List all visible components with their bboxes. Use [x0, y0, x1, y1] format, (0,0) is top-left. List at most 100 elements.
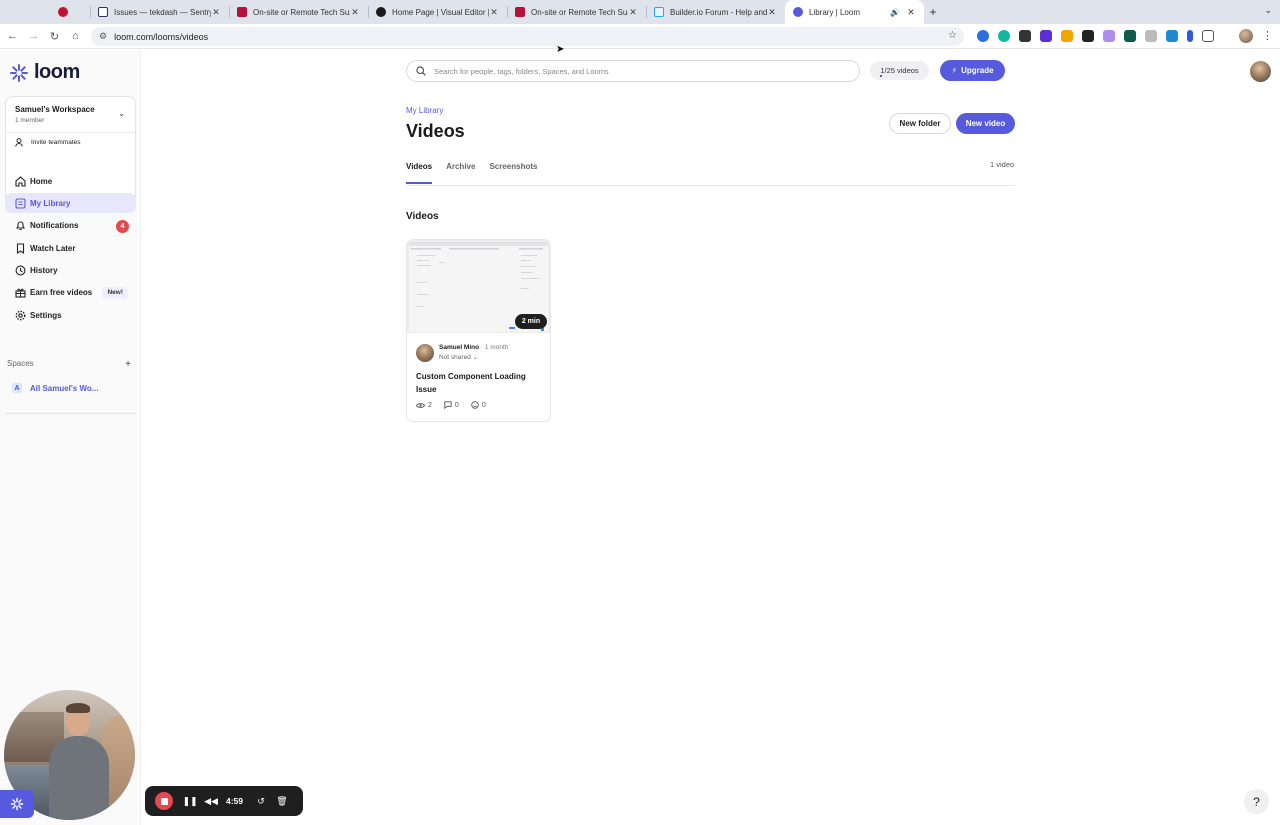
extension-icon[interactable]	[1187, 30, 1193, 42]
extension-icon[interactable]	[998, 30, 1010, 42]
extension-icon[interactable]	[1040, 30, 1052, 42]
tab-search-chevron-icon[interactable]: ⌄	[1264, 5, 1272, 16]
browser-tab[interactable]: On-site or Remote Tech Supp ✕	[229, 0, 368, 24]
video-quota-pill[interactable]: 1/25 videos	[870, 61, 929, 80]
loom-logo[interactable]: loom	[9, 61, 80, 84]
comments-count: 0	[454, 401, 459, 409]
video-age: · 1 month	[480, 344, 509, 351]
tab-title: Home Page | Visual Editor | B	[392, 7, 489, 17]
reactions-count: 0	[481, 401, 486, 409]
extension-icon[interactable]	[1124, 30, 1136, 42]
avatar[interactable]	[1250, 61, 1271, 82]
comments-stat: 0	[444, 401, 459, 409]
clock-icon	[14, 265, 26, 277]
sidebar-item-all-spaces[interactable]: A All Samuel's Wo...	[12, 383, 98, 393]
browser-tab[interactable]: On-site or Remote Tech Supp ✕	[507, 0, 646, 24]
sidebar-item-my-library[interactable]: My Library	[5, 193, 136, 214]
add-space-icon[interactable]: +	[125, 359, 131, 370]
loom-favicon-icon	[793, 7, 803, 17]
close-tab-icon[interactable]: ✕	[211, 7, 221, 18]
browser-tab[interactable]: Builder.io Forum - Help and ✕	[646, 0, 785, 24]
chevron-down-icon[interactable]: ⌄	[118, 109, 125, 118]
tab-screenshots[interactable]: Screenshots	[489, 162, 537, 184]
video-thumbnail[interactable]: 2 min	[407, 240, 550, 333]
site-settings-icon[interactable]: ⚙	[99, 31, 107, 42]
brand-name: loom	[34, 61, 80, 83]
loom-recorder-button[interactable]	[0, 790, 34, 818]
close-tab-icon[interactable]: ✕	[628, 7, 638, 18]
trash-icon[interactable]: 🗑	[274, 796, 290, 807]
extension-icon[interactable]	[1082, 30, 1094, 42]
sidebar-item-watch-later[interactable]: Watch Later	[5, 238, 136, 258]
puzzle-extensions-icon[interactable]	[1202, 30, 1214, 42]
extension-icon[interactable]	[1061, 30, 1073, 42]
sidebar-item-label: Earn free videos	[30, 288, 93, 298]
speaker-icon[interactable]: 🔊	[890, 8, 900, 17]
new-badge: New!	[102, 286, 128, 299]
extension-icon[interactable]	[1166, 30, 1178, 42]
close-tab-icon[interactable]: ✕	[489, 7, 499, 18]
search-input[interactable]: Search for people, tags, folders, Spaces…	[406, 60, 860, 82]
close-tab-icon[interactable]: ✕	[906, 7, 916, 18]
help-button[interactable]: ?	[1244, 789, 1269, 814]
sharing-status: Not shared	[439, 354, 471, 361]
forward-icon[interactable]: →	[23, 26, 44, 47]
close-tab-icon[interactable]: ✕	[350, 7, 360, 18]
stop-recording-button[interactable]	[155, 792, 173, 810]
extension-icon[interactable]	[1019, 30, 1031, 42]
sidebar-item-history[interactable]: History	[5, 261, 136, 281]
url-text: loom.com/looms/videos	[114, 31, 209, 42]
gear-icon	[14, 309, 26, 321]
new-folder-button[interactable]: New folder	[889, 113, 951, 134]
gift-icon	[14, 287, 26, 299]
sidebar-item-label: History	[30, 266, 58, 276]
restart-icon[interactable]: ↺	[253, 796, 269, 807]
add-user-icon	[15, 138, 23, 147]
divider	[5, 413, 136, 414]
views-stat: 2	[416, 401, 432, 409]
new-tab-button[interactable]: +	[924, 0, 942, 24]
tab-archive[interactable]: Archive	[446, 162, 475, 184]
invite-teammates-button[interactable]: Invite teammates	[15, 138, 81, 147]
address-bar[interactable]: ⚙ loom.com/looms/videos ☆	[91, 27, 964, 46]
bookmark-icon	[14, 242, 26, 254]
back-icon[interactable]: ←	[2, 26, 23, 47]
sidebar-item-label: Settings	[30, 310, 62, 320]
upgrade-button[interactable]: ⚡ Upgrade	[940, 60, 1005, 81]
video-title[interactable]: Custom Component Loading Issue	[416, 370, 541, 396]
pause-icon[interactable]: ❚❚	[182, 796, 198, 807]
home-browser-icon[interactable]: ⌂	[65, 26, 86, 47]
spaces-heading: Spaces	[7, 359, 34, 368]
sidebar-item-home[interactable]: Home	[5, 171, 136, 191]
spaces-header: Spaces +	[7, 359, 131, 370]
sidebar-item-notifications[interactable]: Notifications 4	[5, 216, 136, 236]
recording-timer: 4:59	[226, 796, 244, 806]
sidebar-item-earn-free-videos[interactable]: Earn free videos New!	[5, 283, 136, 303]
tab-videos[interactable]: Videos	[406, 162, 433, 184]
rewind-icon[interactable]: ◀◀	[203, 796, 219, 807]
browser-tab-active[interactable]: Library | Loom 🔊 ✕	[785, 0, 924, 24]
new-video-button[interactable]: New video	[956, 113, 1015, 134]
extension-icon[interactable]	[1145, 30, 1157, 42]
tab-title: On-site or Remote Tech Supp	[531, 7, 628, 17]
bookmark-star-icon[interactable]: ☆	[948, 30, 957, 41]
browser-tab[interactable]: Home Page | Visual Editor | B ✕	[368, 0, 507, 24]
extension-icon[interactable]	[977, 30, 989, 42]
video-card[interactable]: 2 min Samuel Mino · 1 month Not shared ⌄…	[406, 239, 551, 422]
breadcrumb[interactable]: My Library	[406, 106, 443, 115]
sidebar-item-settings[interactable]: Settings	[5, 305, 136, 325]
camera-person	[49, 736, 109, 820]
reload-icon[interactable]: ↻	[44, 26, 65, 47]
browser-menu-icon[interactable]: ⋮	[1262, 29, 1273, 42]
close-tab-icon[interactable]: ✕	[767, 7, 777, 18]
sharing-status-dropdown[interactable]: Not shared ⌄	[439, 353, 478, 361]
browser-profile-avatar[interactable]	[1239, 29, 1253, 43]
sidebar-item-label: My Library	[30, 198, 71, 208]
browser-tab-pinned[interactable]	[50, 0, 90, 24]
space-avatar: A	[12, 383, 22, 393]
space-label: All Samuel's Wo...	[30, 383, 99, 393]
video-stats: 2 0 0	[416, 401, 486, 409]
tab-favicon-icon	[515, 7, 525, 17]
extension-icon[interactable]	[1103, 30, 1115, 42]
browser-tab[interactable]: Issues — tekdash — Sentry ✕	[90, 0, 229, 24]
